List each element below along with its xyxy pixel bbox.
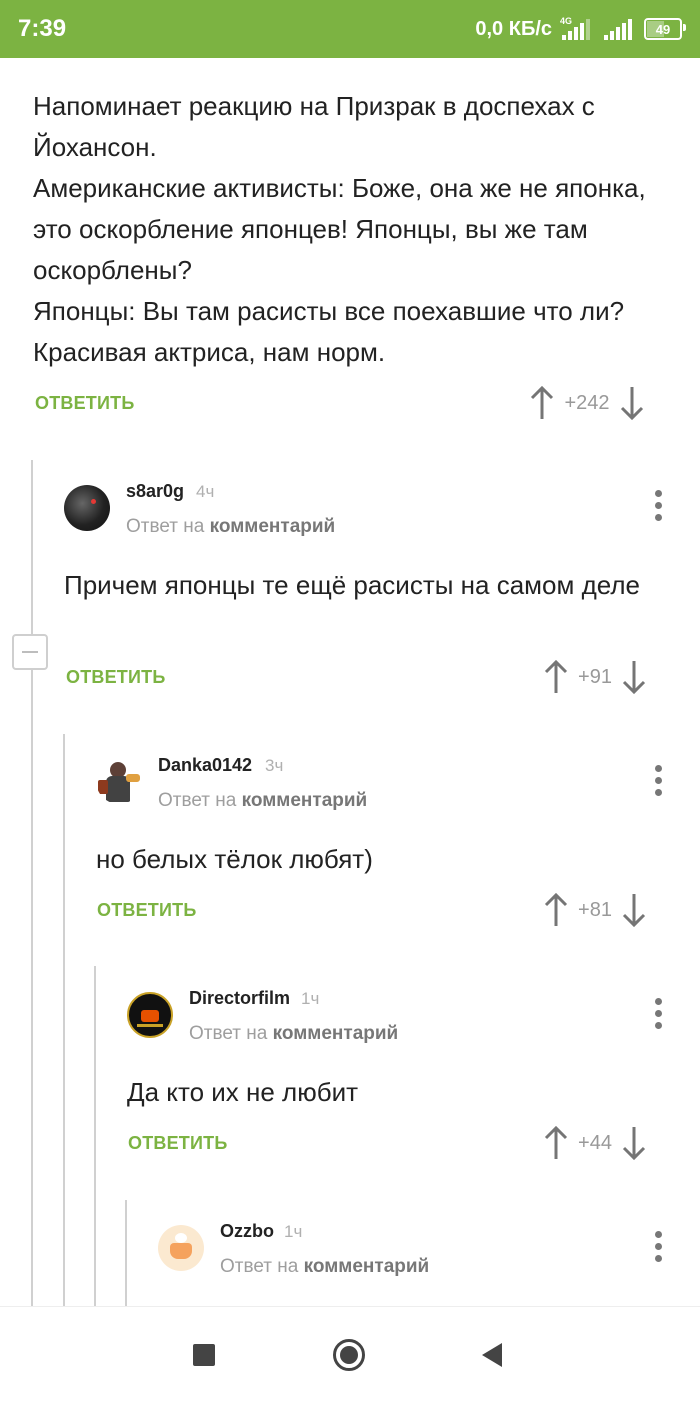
comment-author[interactable]: Directorfilm	[189, 988, 290, 1009]
comment-reply-button[interactable]: ОТВЕТИТЬ	[66, 667, 165, 688]
thread-line-level-4	[125, 1200, 127, 1306]
avatar[interactable]	[96, 758, 142, 804]
status-time: 7:39	[18, 15, 67, 42]
arrow-down-icon[interactable]	[621, 659, 647, 695]
more-vertical-icon[interactable]	[655, 490, 663, 522]
comment-text: Причем японцы те ещё расисты на самом де…	[64, 570, 640, 600]
thread-line-level-1	[31, 460, 33, 1306]
arrow-up-icon[interactable]	[543, 1125, 569, 1161]
arrow-down-icon[interactable]	[621, 1125, 647, 1161]
status-bar: 7:39 0,0 КБ/с 4G 49	[0, 0, 700, 58]
post-vote: +242	[529, 385, 645, 421]
more-vertical-icon[interactable]	[655, 765, 663, 797]
comment-vote: +91	[543, 659, 647, 695]
status-indicators: 0,0 КБ/с 4G 49	[475, 16, 686, 41]
back-triangle-icon[interactable]	[482, 1343, 502, 1367]
comment-text: но белых тёлок любят)	[96, 844, 373, 874]
comment-time: 1ч	[301, 989, 320, 1008]
reply-to-link[interactable]: Ответ на комментарий	[189, 1023, 398, 1045]
square-icon[interactable]	[193, 1344, 215, 1366]
signal-icon	[602, 18, 636, 40]
comment-score: +44	[578, 1131, 612, 1154]
more-vertical-icon[interactable]	[655, 1231, 663, 1263]
comment-score: +81	[578, 898, 612, 921]
network-type: 4G	[560, 16, 573, 26]
collapse-minus-icon[interactable]	[12, 634, 48, 670]
arrow-up-icon[interactable]	[543, 659, 569, 695]
thread-line-level-2	[63, 734, 65, 1306]
system-nav-bar	[0, 1306, 700, 1401]
comment-author[interactable]: Ozzbo	[220, 1221, 274, 1242]
arrow-up-icon[interactable]	[529, 385, 555, 421]
thread-line-level-3	[94, 966, 96, 1306]
more-vertical-icon[interactable]	[655, 998, 663, 1030]
avatar[interactable]	[127, 992, 173, 1038]
battery-icon: 49	[644, 18, 686, 40]
comment-time: 4ч	[196, 482, 215, 501]
post-reply-button[interactable]: ОТВЕТИТЬ	[35, 393, 134, 414]
avatar[interactable]	[64, 485, 110, 531]
reply-to-link[interactable]: Ответ на комментарий	[126, 516, 335, 538]
comment-author[interactable]: Danka0142	[158, 755, 252, 776]
comment-vote: +81	[543, 892, 647, 928]
post-score: +242	[564, 391, 610, 414]
post-text: Напоминает реакцию на Призрак в доспехах…	[33, 91, 646, 367]
comment-reply-button[interactable]: ОТВЕТИТЬ	[97, 900, 196, 921]
reply-to-link[interactable]: Ответ на комментарий	[158, 790, 367, 812]
comment-score: +91	[578, 665, 612, 688]
home-circle-icon[interactable]	[333, 1339, 365, 1371]
comment-reply-button[interactable]: ОТВЕТИТЬ	[128, 1133, 227, 1154]
comment-vote: +44	[543, 1125, 647, 1161]
avatar[interactable]	[158, 1225, 204, 1271]
arrow-up-icon[interactable]	[543, 892, 569, 928]
arrow-down-icon[interactable]	[619, 385, 645, 421]
battery-level: 49	[655, 21, 671, 37]
network-speed: 0,0 КБ/с	[475, 17, 552, 40]
reply-to-link[interactable]: Ответ на комментарий	[220, 1256, 429, 1278]
comment-time: 1ч	[284, 1222, 303, 1241]
comment-author[interactable]: s8ar0g	[126, 481, 184, 502]
comment-time: 3ч	[265, 756, 284, 775]
signal-4g-icon: 4G	[560, 16, 594, 40]
arrow-down-icon[interactable]	[621, 892, 647, 928]
comment-text: Да кто их не любит	[127, 1077, 359, 1107]
